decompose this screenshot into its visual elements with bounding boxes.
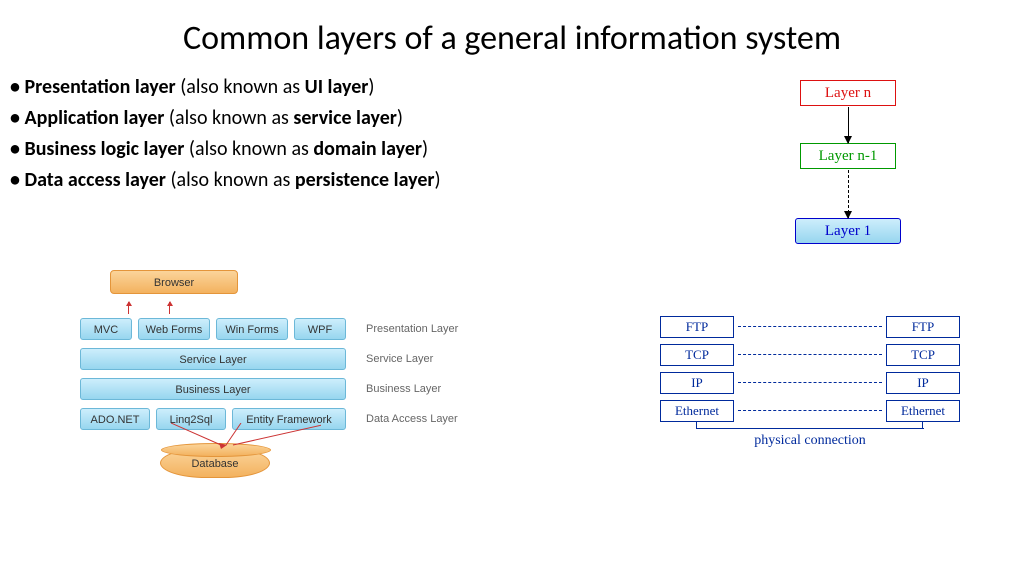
ftp-left-box: FTP — [660, 316, 734, 338]
layers-diagram: Layer n Layer n-1 Layer 1 — [758, 80, 938, 244]
stack-row: Ethernet Ethernet — [660, 400, 960, 422]
arrow-down-dashed-icon — [848, 170, 849, 218]
business-label: Business Layer — [366, 383, 441, 395]
arrow-down-icon — [848, 107, 849, 143]
dashed-link-icon — [738, 410, 882, 411]
business-layer-row: Business Layer Business Layer — [80, 378, 530, 400]
winforms-box: Win Forms — [216, 318, 288, 340]
service-box: Service Layer — [80, 348, 346, 370]
dashed-link-icon — [738, 354, 882, 355]
ip-right-box: IP — [886, 372, 960, 394]
physical-connection-label: physical connection — [660, 433, 960, 449]
ip-left-box: IP — [660, 372, 734, 394]
bullet-item: Presentation layer (also known as UI lay… — [10, 72, 441, 103]
webforms-box: Web Forms — [138, 318, 210, 340]
database-box: Database — [160, 448, 270, 478]
slide-title: Common layers of a general information s… — [0, 0, 1024, 59]
up-arrows — [128, 302, 530, 316]
layer-n-box: Layer n — [800, 80, 896, 106]
arrow-diag-icon — [171, 423, 261, 449]
wpf-box: WPF — [294, 318, 346, 340]
adonet-box: ADO.NET — [80, 408, 150, 430]
ftp-right-box: FTP — [886, 316, 960, 338]
stack-row: TCP TCP — [660, 344, 960, 366]
bullet-list: Presentation layer (also known as UI lay… — [10, 72, 441, 196]
browser-box: Browser — [110, 270, 238, 294]
network-stack-diagram: FTP FTP TCP TCP IP IP Ethernet Ethernet … — [660, 316, 960, 449]
layer-n-1-box: Layer n-1 — [800, 143, 896, 169]
eth-left-box: Ethernet — [660, 400, 734, 422]
dashed-link-icon — [738, 382, 882, 383]
eth-right-box: Ethernet — [886, 400, 960, 422]
dashed-link-icon — [738, 326, 882, 327]
bullet-item: Application layer (also known as service… — [10, 103, 441, 134]
tcp-right-box: TCP — [886, 344, 960, 366]
stack-row: FTP FTP — [660, 316, 960, 338]
service-label: Service Layer — [366, 353, 433, 365]
tcp-left-box: TCP — [660, 344, 734, 366]
presentation-label: Presentation Layer — [366, 323, 458, 335]
architecture-diagram: Browser MVC Web Forms Win Forms WPF Pres… — [80, 270, 530, 478]
bullet-item: Business logic layer (also known as doma… — [10, 134, 441, 165]
service-layer-row: Service Layer Service Layer — [80, 348, 530, 370]
bullet-item: Data access layer (also known as persist… — [10, 165, 441, 196]
mvc-box: MVC — [80, 318, 132, 340]
layer-1-box: Layer 1 — [795, 218, 901, 244]
stack-row: IP IP — [660, 372, 960, 394]
presentation-layer-row: MVC Web Forms Win Forms WPF Presentation… — [80, 318, 530, 340]
data-label: Data Access Layer — [366, 413, 458, 425]
physical-link-line — [696, 428, 924, 429]
business-box: Business Layer — [80, 378, 346, 400]
